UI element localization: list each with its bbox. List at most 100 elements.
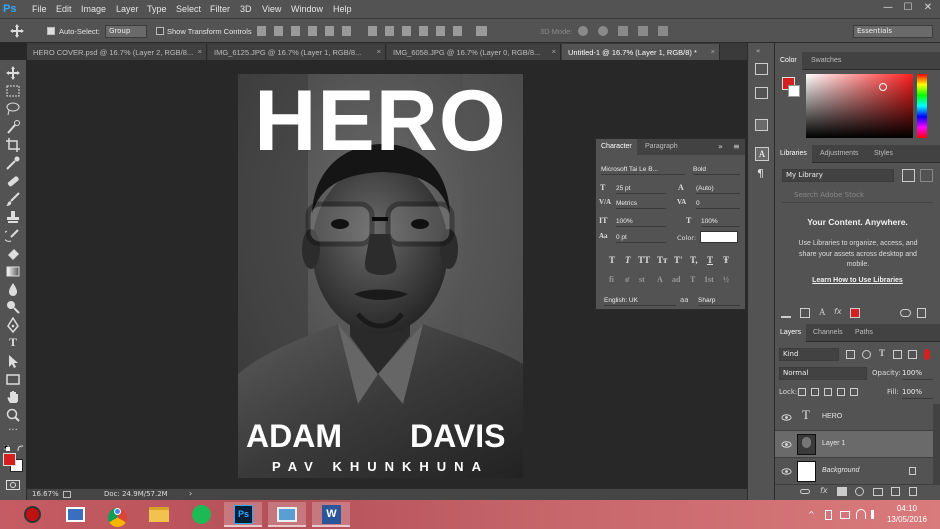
layer-row-hero[interactable]: T HERO (775, 404, 933, 431)
clock-date[interactable]: 13/05/2016 (884, 515, 930, 524)
visibility-eye-icon[interactable] (781, 412, 792, 423)
photoshop-taskbar-icon[interactable]: Ps (224, 502, 262, 527)
collapse-panel-icon[interactable]: » (718, 142, 723, 151)
menu-filter[interactable]: Filter (210, 4, 230, 14)
font-family-dropdown[interactable]: Microsoft Tai Le B... (601, 164, 685, 175)
align-right-icon[interactable] (342, 26, 351, 36)
blur-tool-icon[interactable] (5, 281, 21, 297)
distribute-vcenter-icon[interactable] (385, 26, 394, 36)
hand-tool-icon[interactable] (5, 389, 21, 405)
layer-name[interactable]: Layer 1 (822, 440, 845, 447)
paragraph-icon[interactable]: ¶ (757, 167, 764, 180)
align-hcenter-icon[interactable] (325, 26, 334, 36)
faux-bold-icon[interactable]: T (609, 255, 615, 265)
marquee-tool-icon[interactable] (5, 83, 21, 99)
history-brush-tool-icon[interactable] (5, 227, 21, 243)
underline-icon[interactable]: T (707, 255, 713, 265)
character-icon[interactable]: A (755, 147, 769, 161)
layers-scrollbar[interactable] (933, 404, 940, 485)
workspace-dropdown[interactable]: Essentials (853, 25, 933, 38)
actions-icon[interactable] (755, 87, 768, 99)
close-tab-icon[interactable]: × (377, 47, 381, 56)
ordinals-icon[interactable]: 1st (704, 275, 714, 284)
crop-tool-icon[interactable] (5, 137, 21, 153)
subscript-icon[interactable]: T, (690, 255, 698, 265)
discretionary-ligature-icon[interactable]: st (639, 275, 645, 284)
move-tool-icon[interactable] (10, 24, 24, 38)
clone-stamp-tool-icon[interactable] (5, 209, 21, 225)
stock-search-input[interactable]: Search Adobe Stock (782, 189, 933, 203)
tray-chevron-icon[interactable]: ^ (808, 510, 815, 519)
visibility-eye-icon[interactable] (781, 439, 792, 450)
expand-panels-icon[interactable]: « (756, 47, 760, 55)
3d-slide-icon[interactable] (638, 26, 648, 36)
cover-subtitle[interactable]: PAV KHUNKHUNA (238, 459, 523, 475)
distribute-bottom-icon[interactable] (402, 26, 411, 36)
lock-position-icon[interactable] (824, 388, 832, 396)
healing-brush-tool-icon[interactable] (5, 173, 21, 189)
faux-italic-icon[interactable]: T (625, 255, 631, 265)
eyedropper-tool-icon[interactable] (5, 155, 21, 171)
blend-mode-dropdown[interactable]: Normal (779, 367, 867, 380)
lasso-tool-icon[interactable] (5, 101, 21, 117)
tab-libraries[interactable]: Libraries (775, 145, 812, 163)
add-graphic-icon[interactable] (800, 308, 810, 318)
visibility-eye-icon[interactable] (781, 466, 792, 477)
group-icon[interactable] (873, 488, 883, 496)
titling-alternates-icon[interactable]: T (690, 275, 695, 284)
close-tab-icon[interactable]: × (711, 47, 715, 56)
photos-icon[interactable] (268, 502, 306, 527)
add-style-icon[interactable]: fx (834, 307, 842, 316)
layer-row-background[interactable]: Background (775, 458, 933, 485)
fill-field[interactable]: 100% (902, 386, 933, 399)
menu-type[interactable]: Type (147, 4, 167, 14)
grid-view-icon[interactable] (902, 169, 915, 182)
path-select-tool-icon[interactable] (5, 353, 21, 369)
tracking-field[interactable]: 0 (696, 198, 740, 209)
lock-transparent-icon[interactable] (798, 388, 806, 396)
small-caps-icon[interactable]: Tт (657, 255, 667, 265)
delete-layer-icon[interactable] (909, 487, 917, 496)
lock-all-icon[interactable] (850, 388, 858, 396)
tab-paths[interactable]: Paths (850, 324, 878, 342)
layer-row-layer-1[interactable]: Layer 1 (775, 431, 933, 458)
horizontal-scale-field[interactable]: 100% (701, 216, 740, 227)
filter-type-icon[interactable]: T (879, 348, 885, 358)
swap-colors-icon[interactable] (17, 445, 24, 452)
color-panel-background-swatch[interactable] (788, 85, 800, 97)
show-transform-checkbox[interactable] (156, 27, 164, 35)
clock-time[interactable]: 04:10 (884, 504, 930, 513)
3d-pan-icon[interactable] (618, 26, 628, 36)
align-bottom-icon[interactable] (291, 26, 300, 36)
battery-icon[interactable] (840, 511, 850, 519)
superscript-icon[interactable]: T' (674, 255, 683, 265)
tab-img-6058[interactable]: IMG_6058.JPG @ 16.7% (Layer 0, RGB/8... × (387, 44, 561, 60)
close-tab-icon[interactable]: × (552, 47, 556, 56)
menu-window[interactable]: Window (291, 4, 323, 14)
color-picker-cursor[interactable] (879, 83, 887, 91)
eraser-tool-icon[interactable] (5, 245, 21, 261)
filter-smart-object-icon[interactable] (908, 350, 917, 359)
align-top-icon[interactable] (257, 26, 266, 36)
tab-styles[interactable]: Styles (869, 145, 898, 163)
panel-menu-icon[interactable]: ≡ (733, 142, 740, 151)
baseline-shift-field[interactable]: 0 pt (616, 232, 666, 243)
align-left-icon[interactable] (308, 26, 317, 36)
stylistic-alternates-icon[interactable]: ad (672, 275, 680, 284)
status-menu-icon[interactable]: › (189, 489, 192, 498)
antialias-dropdown[interactable]: Sharp (698, 295, 740, 306)
history-icon[interactable] (755, 63, 768, 75)
menu-file[interactable]: File (32, 4, 47, 14)
tool-presets-icon[interactable] (755, 119, 768, 131)
menu-help[interactable]: Help (333, 4, 352, 14)
filter-pixel-icon[interactable] (846, 350, 855, 359)
filter-shape-icon[interactable] (893, 350, 902, 359)
file-explorer-icon[interactable] (140, 502, 178, 527)
add-color-icon[interactable] (850, 308, 860, 318)
fractions-icon[interactable]: ½ (723, 275, 729, 284)
filter-toggle-icon[interactable] (924, 349, 930, 360)
all-caps-icon[interactable]: TT (638, 255, 650, 265)
menu-3d[interactable]: 3D (240, 4, 252, 14)
layer-mask-icon[interactable] (837, 487, 847, 496)
close-window-button[interactable]: ✕ (922, 2, 934, 14)
